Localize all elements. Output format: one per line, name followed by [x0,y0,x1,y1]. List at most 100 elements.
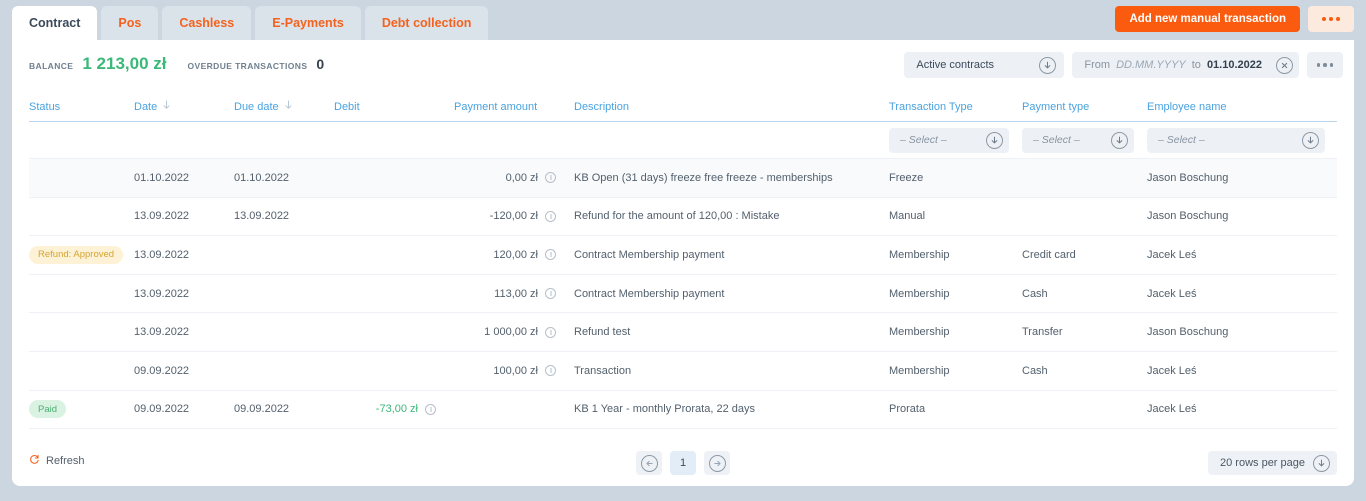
previous-page-button[interactable] [636,451,662,475]
payment-type-filter-select[interactable]: – Select – [1022,128,1134,153]
cell-transaction-type: Freeze [889,172,1022,184]
info-icon[interactable] [545,211,556,222]
cell-description: Contract Membership payment [574,249,889,261]
current-page-label: 1 [680,457,686,469]
table-row[interactable]: 13.09.202213.09.2022-120,00 złRefund for… [29,198,1337,237]
cell-payment-amount: 120,00 zł [454,249,574,261]
tab-label: E-Payments [272,16,344,30]
cell-status: Paid [29,400,134,418]
refresh-icon [29,454,40,468]
tab-debt-collection[interactable]: Debt collection [365,6,489,40]
cell-date: 13.09.2022 [134,326,234,338]
column-header-payment-amount[interactable]: Payment amount [454,101,574,113]
transaction-type-filter-value: – Select – [900,134,947,146]
column-header-payment-type[interactable]: Payment type [1022,101,1147,113]
table-row[interactable]: 13.09.20221 000,00 złRefund testMembersh… [29,313,1337,352]
cell-debit: -73,00 zł [334,403,454,415]
filter-cell-payment-type: – Select – [1022,128,1147,153]
employee-name-filter-value: – Select – [1158,134,1205,146]
cell-employee-name: Jason Boschung [1147,172,1366,184]
add-new-manual-transaction-button[interactable]: Add new manual transaction [1115,6,1300,32]
debit-value: -73,00 zł [376,403,418,415]
tab-contract[interactable]: Contract [12,6,97,40]
info-icon[interactable] [545,327,556,338]
cell-description: Refund test [574,326,889,338]
table-row[interactable]: Refund: Approved13.09.2022120,00 złContr… [29,236,1337,275]
date-to-prefix: to [1192,59,1201,71]
tab-cashless[interactable]: Cashless [162,6,251,40]
rows-per-page-label: 20 rows per page [1220,457,1305,469]
arrow-left-icon [641,455,658,472]
table-body: 01.10.202201.10.20220,00 złKB Open (31 d… [29,159,1337,429]
info-icon[interactable] [545,249,556,260]
employee-name-filter-select[interactable]: – Select – [1147,128,1325,153]
cell-description: Refund for the amount of 120,00 : Mistak… [574,210,889,222]
column-label: Payment type [1022,101,1089,113]
info-icon[interactable] [545,365,556,376]
info-icon[interactable] [545,288,556,299]
column-filter-row: – Select – – Select – – Select – [29,122,1337,159]
tab-list: Contract Pos Cashless E-Payments Debt co… [12,6,488,40]
column-label: Debit [334,101,360,113]
column-header-debit[interactable]: Debit [334,101,454,113]
date-to-value: 01.10.2022 [1207,59,1262,71]
transactions-table: Status Date Due date Debit Payment amoun… [29,92,1337,429]
table-row[interactable]: 01.10.202201.10.20220,00 złKB Open (31 d… [29,159,1337,198]
page-1-button[interactable]: 1 [670,451,696,475]
transaction-type-filter-select[interactable]: – Select – [889,128,1009,153]
refresh-button[interactable]: Refresh [29,454,85,468]
contract-status-select[interactable]: Active contracts [904,52,1064,78]
column-header-due-date[interactable]: Due date [234,100,334,113]
chevron-down-icon [1302,132,1319,149]
cell-due-date: 09.09.2022 [234,403,334,415]
filter-cell-employee-name: – Select – [1147,128,1366,153]
cell-transaction-type: Prorata [889,403,1022,415]
column-header-date[interactable]: Date [134,100,234,113]
dot-icon [1317,63,1321,67]
tab-e-payments[interactable]: E-Payments [255,6,361,40]
column-header-employee-name[interactable]: Employee name [1147,101,1366,113]
overdue-transactions-value: 0 [316,56,324,72]
chevron-down-icon [1313,455,1330,472]
arrow-right-icon [709,455,726,472]
filter-more-actions-button[interactable] [1307,52,1343,78]
table-row[interactable]: 09.09.2022100,00 złTransactionMembership… [29,352,1337,391]
column-header-description[interactable]: Description [574,101,889,113]
balance-value: 1 213,00 zł [82,54,166,74]
tab-label: Cashless [179,16,234,30]
dot-icon [1322,17,1326,21]
tab-pos[interactable]: Pos [101,6,158,40]
cell-employee-name: Jason Boschung [1147,210,1366,222]
column-header-transaction-type[interactable]: Transaction Type [889,101,1022,113]
info-icon[interactable] [425,404,436,415]
column-header-status[interactable]: Status [29,101,134,113]
cell-payment-type: Cash [1022,365,1147,377]
clear-date-icon[interactable] [1276,57,1293,74]
cell-date: 09.09.2022 [134,365,234,377]
column-label: Employee name [1147,101,1227,113]
cell-date: 09.09.2022 [134,403,234,415]
cell-date: 01.10.2022 [134,172,234,184]
chevron-down-icon [986,132,1003,149]
top-more-actions-button[interactable] [1308,6,1354,32]
column-label: Status [29,101,60,113]
payment-amount-value: 113,00 zł [494,288,538,300]
info-icon[interactable] [545,172,556,183]
payment-amount-value: 0,00 zł [506,172,538,184]
column-label: Due date [234,101,279,113]
table-row[interactable]: 13.09.2022113,00 złContract Membership p… [29,275,1337,314]
cell-payment-amount: -120,00 zł [454,210,574,222]
top-bar-actions: Add new manual transaction [1115,6,1354,32]
table-header-row: Status Date Due date Debit Payment amoun… [29,92,1337,122]
filter-cell-transaction-type: – Select – [889,128,1022,153]
rows-per-page-select[interactable]: 20 rows per page [1208,451,1337,475]
date-from-prefix: From [1084,59,1110,71]
cell-payment-amount: 100,00 zł [454,365,574,377]
cell-date: 13.09.2022 [134,210,234,222]
next-page-button[interactable] [704,451,730,475]
table-row[interactable]: Paid09.09.202209.09.2022-73,00 złKB 1 Ye… [29,391,1337,430]
cell-description: Transaction [574,365,889,377]
tab-label: Contract [29,16,80,30]
date-range-input[interactable]: From DD.MM.YYYY to 01.10.2022 [1072,52,1299,78]
dot-icon [1323,63,1327,67]
